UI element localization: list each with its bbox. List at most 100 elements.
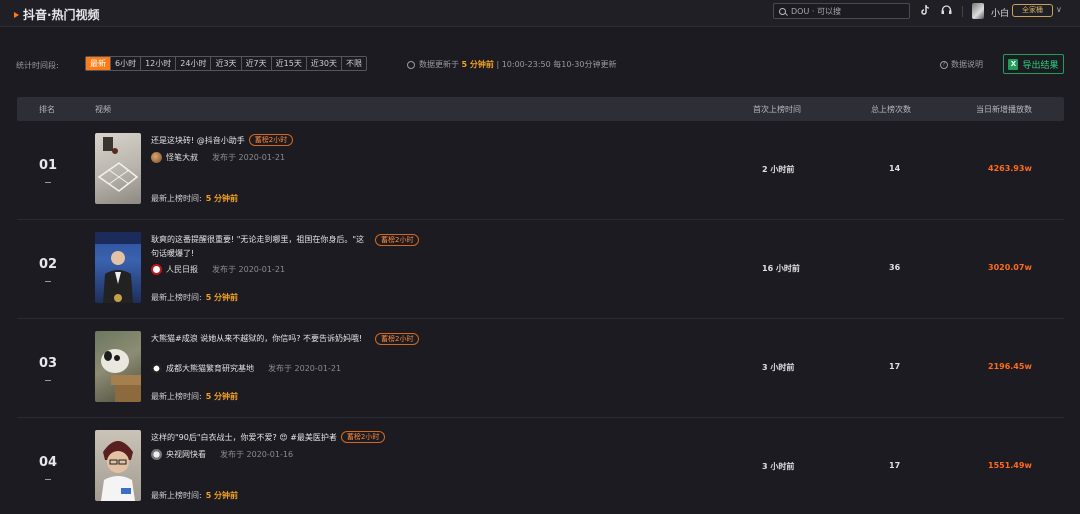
clock-icon [407,60,415,69]
video-title-text[interactable]: 这样的"90后"白衣战士，你爱不爱? 😍 #最美医护者 [151,433,337,442]
publish-date: 发布于 2020-01-21 [212,153,286,162]
tab-unlimited[interactable]: 不限 [342,57,366,70]
update-info: 数据更新于 5 分钟前 | 10:00-23:50 每10-30分钟更新 [407,59,616,70]
author-avatar[interactable] [151,363,162,374]
rank-trend [45,182,51,183]
latest-rank-time: 最新上榜时间: 5 分钟前 [151,292,238,303]
search-box[interactable] [773,3,910,19]
rank-trend [45,380,51,381]
status-badge: 蓄榜2小时 [375,234,420,246]
latest-rank-time: 最新上榜时间: 5 分钟前 [151,391,238,402]
search-input[interactable] [791,6,901,16]
total-rank-count: 36 [889,263,901,272]
first-rank-time: 16 小时前 [762,264,800,273]
first-rank-time: 2 小时前 [762,165,795,174]
daily-new-plays: 4263.93w [988,164,1032,173]
tab-3d[interactable]: 近3天 [211,57,242,70]
video-thumbnail[interactable] [95,430,141,501]
first-rank-time: 3 小时前 [762,363,795,372]
table-row[interactable]: 01 还是这块砖! @抖音小助手 蓄榜2小时 怪笔大叔 发布于 2020-01-2… [17,121,1064,220]
author-row: 怪笔大叔 发布于 2020-01-21 [151,152,285,163]
daily-new-plays: 3020.07w [988,263,1032,272]
data-note-label: 数据说明 [951,60,983,69]
col-total-count[interactable]: 总上榜次数 [871,104,911,115]
video-title-text[interactable]: 还是这块砖! @抖音小助手 [151,136,245,145]
chevron-down-icon[interactable]: ∨ [1056,5,1062,14]
col-daily-plays[interactable]: 当日新增播放数 [976,104,1032,115]
author-avatar[interactable] [151,264,162,275]
user-plan-badge: 全家桶 [1012,4,1053,17]
tab-6h[interactable]: 6小时 [111,57,142,70]
video-thumbnail[interactable] [95,331,141,402]
author-row: 央视网快看 发布于 2020-01-16 [151,449,293,460]
latest-label: 最新上榜时间: [151,293,202,302]
daily-new-plays: 2196.45w [988,362,1032,371]
page-title: 抖音·热门视频 [14,6,100,23]
rank-trend [45,479,51,480]
author-avatar[interactable] [151,449,162,460]
rank-number: 02 [39,257,58,272]
author-row: 人民日报 发布于 2020-01-21 [151,264,285,275]
table-header: 排名 视频 首次上榜时间 总上榜次数 当日新增播放数 [17,97,1064,121]
latest-label: 最新上榜时间: [151,392,202,401]
latest-value: 5 分钟前 [205,194,239,203]
question-icon: ? [940,60,948,69]
page-title-text: 抖音·热门视频 [23,8,100,22]
latest-label: 最新上榜时间: [151,491,202,500]
rank-number: 01 [39,158,58,173]
author-name[interactable]: 成都大熊猫繁育研究基地 [166,363,254,374]
publish-date: 发布于 2020-01-16 [220,450,294,459]
latest-value: 5 分钟前 [205,392,239,401]
video-title[interactable]: 这样的"90后"白衣战士，你爱不爱? 😍 #最美医护者 蓄榜2小时 [151,431,451,445]
table-row[interactable]: 03 大熊猫#成浪 说她从来不越狱的，你信吗? 不要告诉奶妈哦! 蓄榜2小时 成… [17,319,1064,418]
total-rank-count: 14 [889,164,901,173]
export-label: 导出结果 [1022,60,1059,71]
tab-15d[interactable]: 近15天 [272,57,307,70]
data-note-link[interactable]: ? 数据说明 [940,59,983,70]
video-title[interactable]: 耿爽的这番提醒很重要! "无论走到哪里，祖国在你身后。"这句话暖爆了! [151,233,371,261]
search-icon[interactable] [779,7,786,15]
author-name[interactable]: 怪笔大叔 [166,152,198,163]
update-prefix: 数据更新于 [419,60,459,69]
author-name[interactable]: 人民日报 [166,264,198,275]
video-thumbnail[interactable] [95,232,141,303]
status-badge: 蓄榜2小时 [248,134,294,146]
avatar[interactable] [972,3,984,19]
top-header: 抖音·热门视频 小白 全家桶 ∨ [0,0,1080,27]
tab-12h[interactable]: 12小时 [141,57,177,70]
status-badge: 蓄榜2小时 [340,431,386,443]
rank-trend [45,281,51,282]
video-title-text[interactable]: 耿爽的这番提醒很重要! "无论走到哪里，祖国在你身后。"这句话暖爆了! [151,235,364,258]
export-button[interactable]: X 导出结果 [1003,54,1064,74]
table-row[interactable]: 02 耿爽的这番提醒很重要! "无论走到哪里，祖国在你身后。"这句话暖爆了! 蓄… [17,220,1064,319]
user-name[interactable]: 小白 [991,6,1009,19]
header-divider [962,6,963,17]
headset-icon[interactable] [940,5,952,17]
status-badge: 蓄榜2小时 [375,333,420,345]
tab-latest[interactable]: 最新 [86,57,111,70]
author-name[interactable]: 央视网快看 [166,449,206,460]
author-avatar[interactable] [151,152,162,163]
video-thumbnail[interactable] [95,133,141,204]
total-rank-count: 17 [889,362,901,371]
video-title[interactable]: 大熊猫#成浪 说她从来不越狱的，你信吗? 不要告诉奶妈哦! [151,332,371,346]
publish-date: 发布于 2020-01-21 [212,265,286,274]
col-rank: 排名 [39,105,55,114]
excel-icon: X [1008,58,1019,70]
latest-value: 5 分钟前 [205,491,239,500]
author-row: 成都大熊猫繁育研究基地 发布于 2020-01-21 [151,363,341,374]
publish-date: 发布于 2020-01-21 [268,364,342,373]
video-title-text[interactable]: 大熊猫#成浪 说她从来不越狱的，你信吗? 不要告诉奶妈哦! [151,334,362,343]
tab-30d[interactable]: 近30天 [307,57,343,70]
douyin-icon[interactable] [919,5,931,17]
time-range-tabs: 最新 6小时 12小时 24小时 近3天 近7天 近15天 近30天 不限 [85,56,368,71]
daily-new-plays: 1551.49w [988,461,1032,470]
tab-24h[interactable]: 24小时 [176,57,212,70]
update-value: 5 分钟前 [461,60,494,69]
latest-rank-time: 最新上榜时间: 5 分钟前 [151,490,238,501]
tab-7d[interactable]: 近7天 [242,57,272,70]
table-row[interactable]: 04 这样的"90后"白衣战士，你爱不爱? 😍 #最美医护者 蓄榜2小时 央视网快… [17,418,1064,514]
col-first-time[interactable]: 首次上榜时间 [753,104,801,115]
video-title[interactable]: 还是这块砖! @抖音小助手 蓄榜2小时 [151,134,371,148]
time-range-label: 统计时间段: [16,61,59,70]
